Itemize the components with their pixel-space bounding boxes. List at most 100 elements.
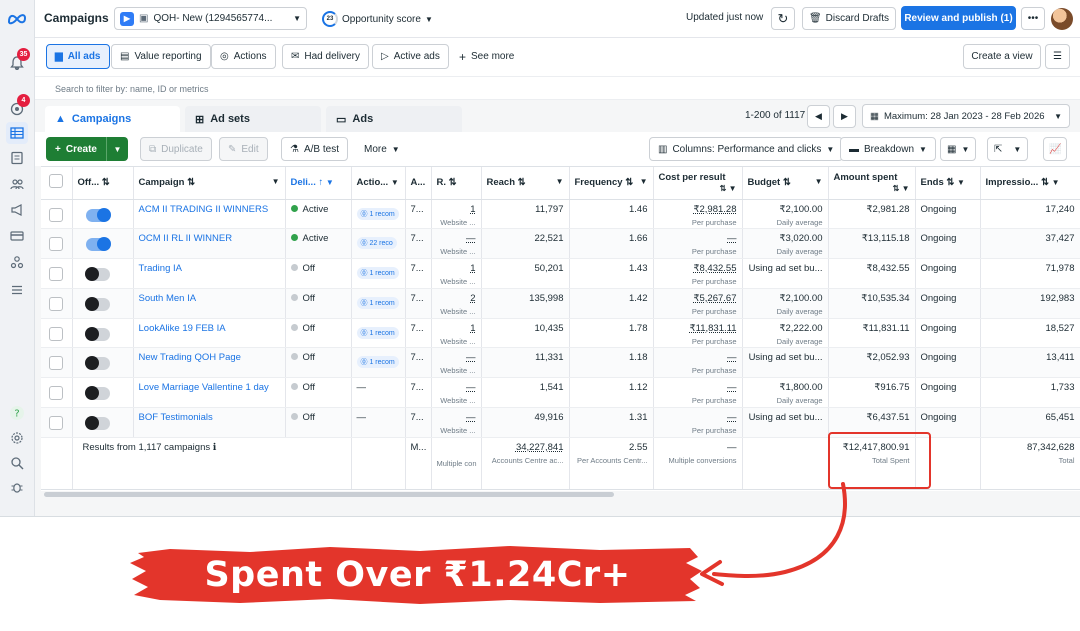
see-more-filters[interactable]: + See more [451,44,523,69]
tab-ads[interactable]: ▭ Ads [326,106,462,132]
column-results[interactable]: R. ⇅ [431,167,482,200]
create-button[interactable]: + Create [46,137,106,161]
column-reach[interactable]: Reach ⇅ ▼ [481,167,570,200]
column-impressions[interactable]: Impressio... ⇅ ▼ [980,167,1080,200]
create-dropdown-button[interactable]: ▼ [105,137,128,161]
settings-gear-icon[interactable] [6,427,28,449]
row-checkbox[interactable] [49,207,63,222]
avatar[interactable] [1051,8,1073,30]
campaign-toggle[interactable] [85,207,111,222]
events-manager-icon[interactable] [6,251,28,273]
breakdown-dropdown[interactable]: ▬ Breakdown ▼ [840,137,936,161]
export-dropdown[interactable]: ⇱ ▼ [987,137,1029,161]
column-delivery[interactable]: Deli... ↑ ▼ [285,167,352,200]
actions-filter[interactable]: ◎ Actions [211,44,276,69]
account-overview-icon[interactable]: 4 [6,94,30,120]
value-reporting-filter[interactable]: ▤ Value reporting [111,44,211,69]
refresh-button[interactable]: ↻ [771,7,795,30]
table-row[interactable]: South Men IA Off ⓪ 1 recom 7... 2 Website ...… [41,288,1080,319]
search-icon[interactable] [6,452,28,474]
campaign-name-link[interactable]: Love Marriage Vallentine 1 day [139,382,269,393]
row-checkbox[interactable] [49,356,63,371]
column-cost-per-result[interactable]: Cost per result ⇅ ▼ [653,167,743,200]
row-checkbox[interactable] [49,326,63,341]
select-all-checkbox[interactable] [49,174,63,189]
budget-value[interactable]: Using ad set bu... [749,352,823,363]
budget-value[interactable]: ₹2,222.00 [779,323,822,334]
campaign-name-link[interactable]: New Trading QOH Page [139,352,241,363]
edit-button[interactable]: ✎ Edit [219,137,268,161]
next-page-button[interactable]: ▶ [833,105,856,128]
budget-value[interactable]: ₹3,020.00 [779,233,822,244]
column-ends[interactable]: Ends ⇅ ▼ [915,167,981,200]
create-view-button[interactable]: Create a view [963,44,1041,69]
campaign-toggle[interactable] [84,356,110,371]
recommendation-chip[interactable]: ⓪ 1 recom [356,296,399,309]
recommendation-chip[interactable]: ⓪ 1 recom [356,207,399,220]
duplicate-button[interactable]: ⧉ Duplicate [140,137,212,161]
table-row[interactable]: Love Marriage Vallentine 1 day Off — 7... — W… [41,377,1080,409]
column-campaign[interactable]: Campaign ⇅ ▼ [133,167,286,200]
column-budget[interactable]: Budget ⇅ ▼ [742,167,829,200]
help-icon[interactable]: ? [6,402,28,424]
campaign-toggle[interactable] [84,326,110,341]
discard-drafts-button[interactable]: 🗑 Discard Drafts [802,7,896,30]
row-checkbox[interactable] [49,416,63,431]
all-ads-filter[interactable]: ▆ All ads [46,44,110,69]
column-amount-spent[interactable]: Amount spent ⇅ ▼ [828,167,916,200]
ab-test-button[interactable]: ⚗ A/B test [281,137,348,161]
ad-account-selector[interactable]: ▶ ▣ QOH- New (1294565774... ▼ [114,7,307,30]
table-row[interactable]: ACM II TRADING II WINNERS Active ⓪ 1 recom… [41,199,1080,230]
campaign-toggle[interactable] [84,416,110,431]
more-button[interactable]: More ▼ [356,137,408,161]
recommendation-chip[interactable]: ⓪ 1 recom [356,326,399,339]
active-ads-filter[interactable]: ▷ Active ads [372,44,449,69]
row-checkbox[interactable] [49,237,63,252]
campaign-name-link[interactable]: ACM II TRADING II WINNERS [139,204,269,215]
tab-ad-sets[interactable]: ⊞ Ad sets [185,106,321,132]
budget-value[interactable]: ₹1,800.00 [779,382,822,393]
campaign-name-link[interactable]: South Men IA [139,293,197,304]
bug-report-icon[interactable] [6,476,28,498]
campaign-name-link[interactable]: LookAlike 19 FEB IA [139,323,226,334]
row-checkbox[interactable] [49,296,63,311]
notifications-icon[interactable]: 35 [6,48,30,74]
campaign-toggle[interactable] [85,237,111,252]
budget-value[interactable]: ₹2,100.00 [779,293,822,304]
table-row[interactable]: OCM II RL II WINNER Active ⓪ 22 reco 7... — W… [41,228,1080,260]
recommendation-chip[interactable]: ⓪ 1 recom [356,356,399,369]
column-frequency[interactable]: Frequency ⇅ ▼ [569,167,654,200]
recommendation-chip[interactable]: ⓪ 1 recom [356,267,399,280]
recommendation-chip[interactable]: ⓪ 22 reco [356,237,397,250]
campaign-toggle[interactable] [84,267,110,282]
campaign-name-link[interactable]: OCM II RL II WINNER [139,233,233,244]
table-row[interactable]: New Trading QOH Page Off ⓪ 1 recom 7... — Web… [41,347,1080,379]
reports-dropdown[interactable]: ▦ ▼ [940,137,977,161]
campaign-name-link[interactable]: Trading IA [139,263,182,274]
prev-page-button[interactable]: ◀ [807,105,830,128]
row-checkbox[interactable] [49,267,63,282]
column-actions[interactable]: Actio... ▼ [351,167,406,200]
reports-icon[interactable] [6,147,28,169]
column-attribution[interactable]: A... [405,167,432,200]
more-options-button[interactable]: ••• [1021,7,1045,30]
billing-card-icon[interactable] [6,225,28,247]
budget-value[interactable]: Using ad set bu... [749,412,823,423]
row-checkbox[interactable] [49,386,63,401]
charts-button[interactable]: 📈 [1043,137,1068,161]
table-row[interactable]: Trading IA Off ⓪ 1 recom 7... 1 Website ... 50… [41,258,1080,289]
review-publish-button[interactable]: Review and publish (1) [901,6,1016,30]
budget-value[interactable]: Using ad set bu... [749,263,823,274]
columns-dropdown[interactable]: ▥ Columns: Performance and clicks ▼ [649,137,844,161]
search-input[interactable] [55,81,655,97]
had-delivery-filter[interactable]: ✉ Had delivery [282,44,369,69]
filter-settings-button[interactable]: ☰ [1045,44,1070,69]
audiences-icon[interactable] [6,173,28,195]
table-row[interactable]: LookAlike 19 FEB IA Off ⓪ 1 recom 7... 1 Webs… [41,318,1080,349]
campaign-name-link[interactable]: BOF Testimonials [139,412,213,423]
opportunity-score[interactable]: 23 Opportunity score ▼ [322,11,433,27]
column-off[interactable]: Off... ⇅ [72,167,134,200]
horizontal-scrollbar[interactable] [44,492,614,497]
meta-logo-icon[interactable] [6,8,28,30]
megaphone-icon[interactable] [6,199,28,221]
